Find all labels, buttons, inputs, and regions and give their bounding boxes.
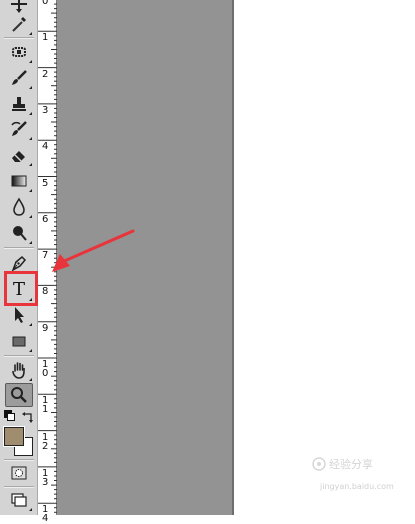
ruler-label: 5 [42,177,49,189]
ruler-label: 7 [42,250,49,262]
dodge-tool[interactable] [5,221,33,245]
pasteboard-area[interactable] [57,0,232,515]
ruler-label: 1 2 [42,431,49,452]
rectangle-icon [12,336,26,347]
watermark-label: 经验分享 [329,458,373,471]
eyedropper-icon [12,17,26,32]
history-brush-icon [11,121,27,136]
quick-mask[interactable] [5,461,33,485]
eraser-icon [12,151,25,162]
tools-panel: T [0,0,38,515]
clone-stamp-tool[interactable] [5,92,33,116]
ruler-label: 1 3 [42,467,49,488]
vertical-ruler[interactable]: 0 1 2 3 4 5 6 7 8 9 1 0 1 1 1 2 1 3 1 4 [38,0,57,524]
path-selection-tool[interactable] [5,303,33,327]
arrow-cursor-icon [15,307,24,323]
ruler-label: 3 [42,104,49,116]
spot-healing-tool[interactable] [5,40,33,64]
brush-tool[interactable] [5,66,33,90]
ruler-label: 0 [42,0,49,7]
ruler-label: 1 0 [42,359,49,379]
ruler-label: 9 [42,322,49,334]
dodge-icon [13,226,27,241]
drop-icon [13,197,25,216]
eyedropper-tool[interactable] [5,12,33,36]
eraser-tool[interactable] [5,143,33,167]
ruler-label: 6 [42,213,49,225]
blur-tool[interactable] [5,195,33,219]
watermark-url: jingyan.baidu.com [320,482,394,491]
ruler-label: 1 1 [42,395,49,416]
watermark-logo-icon [312,457,326,471]
hand-icon [12,362,25,379]
history-brush-tool[interactable] [5,117,33,141]
watermark: 经验分享 [312,456,373,472]
hand-tool[interactable] [5,358,33,382]
document-canvas[interactable] [234,0,415,515]
bandage-icon [12,47,26,57]
rectangle-tool[interactable] [5,329,33,353]
magnifier-icon [11,387,27,403]
screen-mode[interactable] [5,488,33,512]
pen-icon [11,255,27,272]
gradient-icon [11,175,27,187]
swap-colors-icon[interactable] [22,408,34,423]
default-colors-icon[interactable] [4,410,15,421]
annotation-highlight-box [4,271,38,306]
ruler-label: 2 [42,68,49,80]
foreground-color-swatch[interactable] [3,426,25,447]
zoom-tool[interactable] [5,383,33,407]
ruler-label: 1 4 [42,504,49,524]
ruler-label: 1 [42,32,49,44]
brush-icon [12,70,27,85]
stamp-icon [12,97,26,111]
screen-mode-icon [11,493,27,507]
gradient-tool[interactable] [5,169,33,193]
quick-mask-icon [11,466,27,480]
ruler-label: 4 [42,141,49,153]
ruler-label: 8 [42,286,49,298]
